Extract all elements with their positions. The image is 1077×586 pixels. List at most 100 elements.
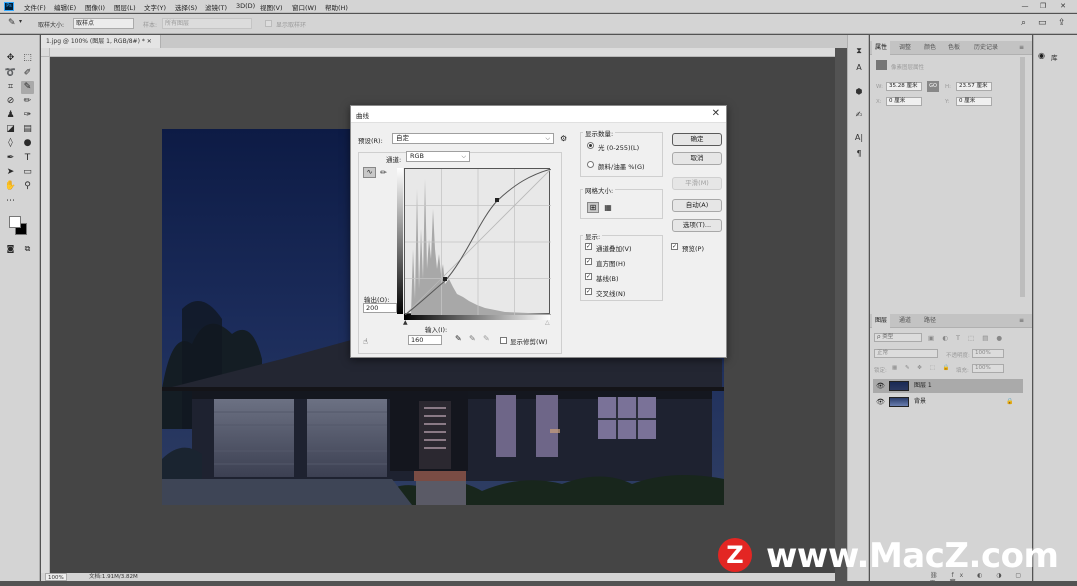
sample-size-select[interactable]: 取样点 [73,18,134,29]
panel-menu-icon[interactable]: ≡ [1016,314,1027,328]
zoom-level[interactable]: 100% [45,573,67,581]
light-radio[interactable] [587,142,594,149]
menu-edit[interactable]: 编辑(E) [54,2,76,12]
brush-settings-icon[interactable]: ✍ [853,109,865,121]
pen-tool-icon[interactable]: ✒ [4,152,17,165]
link-dimensions-icon[interactable]: GO [927,81,939,92]
grid-4x4-icon[interactable]: ⊞ [587,202,599,213]
search-icon[interactable]: ⌕ [1021,18,1026,28]
blur-tool-icon[interactable]: ◊ [4,137,17,150]
lock-icons[interactable]: ▦ ✎ ✥ ⬚ 🔒 [892,365,952,371]
tab-channels[interactable]: 通道 [896,314,914,328]
tab-history[interactable]: 历史记录 [971,41,1001,55]
layer-filter-icons[interactable]: ▣ ◐ T ⬚ ▤ ● [928,334,1005,342]
fill-field[interactable]: 100% [972,364,1004,373]
menu-file[interactable]: 文件(F) [24,2,46,12]
tab-paths[interactable]: 路径 [921,314,939,328]
layer-row[interactable]: 👁 图层 1 [873,379,1023,393]
grid-10x10-icon[interactable]: ▦ [602,202,614,213]
share-icon[interactable]: ⇪ [1058,18,1066,28]
pencil-icon[interactable]: ✏ [378,167,389,178]
input-input[interactable]: 160 [408,335,442,345]
white-eyedropper-icon[interactable]: ✎ [483,334,490,343]
eyedropper-tool-icon[interactable]: ✎ [21,81,34,94]
more-tools-icon[interactable]: ⋯ [4,195,17,208]
menu-view[interactable]: 视图(V) [260,2,283,12]
target-adjust-hand-icon[interactable]: ☝ [363,337,368,346]
quick-select-tool-icon[interactable]: ✐ [21,67,34,80]
gray-eyedropper-icon[interactable]: ✎ [469,334,476,343]
baseline-checkbox[interactable]: ✓ [585,273,592,280]
tab-layers[interactable]: 图层 [872,314,891,328]
auto-button[interactable]: 自动(A) [672,199,722,212]
panel-menu-icon[interactable]: ≡ [1016,41,1027,55]
options-button[interactable]: 选项(T)... [672,219,722,232]
libraries-icon[interactable]: ◉ [1038,51,1045,60]
blend-mode-select[interactable]: 正常 [874,349,938,358]
intersection-checkbox[interactable]: ✓ [585,288,592,295]
close-tab-icon[interactable]: ✕ [147,38,152,45]
eraser-tool-icon[interactable]: ◪ [4,123,17,136]
type-tool-icon[interactable]: T [21,152,34,165]
restore-icon[interactable]: ❐ [1036,1,1050,11]
white-point-slider[interactable]: △ [545,319,550,326]
menu-layer[interactable]: 图层(L) [114,2,136,12]
menu-help[interactable]: 帮助(H) [325,2,348,12]
menu-window[interactable]: 窗口(W) [292,2,317,12]
tab-color[interactable]: 颜色 [921,41,939,55]
tab-properties[interactable]: 属性 [872,41,891,55]
cancel-button[interactable]: 取消 [672,152,722,165]
move-tool-icon[interactable]: ✥ [4,52,17,65]
document-tab[interactable]: 1.jpg @ 100% (图层 1, RGB/8#) * ✕ [41,35,161,48]
black-point-slider[interactable]: ▲ [403,319,408,326]
tab-adjustments[interactable]: 调整 [896,41,914,55]
channel-select[interactable]: RGB ⌵ [406,151,470,162]
show-clipping-checkbox[interactable] [500,337,507,344]
vertical-ruler[interactable] [41,57,50,573]
hand-tool-icon[interactable]: ✋ [4,180,17,193]
minimize-icon[interactable]: — [1018,1,1032,11]
output-input[interactable]: 200 [363,303,397,313]
healing-tool-icon[interactable]: ⊘ [4,95,17,108]
workspace-icon[interactable]: ▭ [1038,18,1047,28]
brush-tool-icon[interactable]: ✏ [21,95,34,108]
histogram-checkbox[interactable]: ✓ [585,258,592,265]
foreground-color-swatch[interactable] [9,216,21,228]
screen-mode-icon[interactable]: ⧉ [21,242,34,255]
zoom-tool-icon[interactable]: ⚲ [21,180,34,193]
horizontal-ruler[interactable] [41,48,835,57]
curve-edit-points-icon[interactable]: ∿ [363,167,376,178]
history-brush-tool-icon[interactable]: ✑ [21,109,34,122]
menu-select[interactable]: 选择(S) [175,2,197,12]
menu-filter[interactable]: 滤镜(T) [205,2,227,12]
close-icon[interactable]: ✕ [712,108,720,119]
crop-tool-icon[interactable]: ⌗ [4,81,17,94]
gradient-tool-icon[interactable]: ▤ [21,123,34,136]
preview-checkbox[interactable]: ✓ [671,243,678,250]
tab-swatches[interactable]: 色板 [945,41,963,55]
curve-graph[interactable] [404,168,552,316]
preset-select[interactable]: 自定 ⌵ [392,133,554,144]
menu-image[interactable]: 图像(I) [85,2,105,12]
dodge-tool-icon[interactable]: ● [21,137,34,150]
clone-stamp-tool-icon[interactable]: ♟ [4,109,17,122]
x-field[interactable]: 0 厘米 [886,97,922,106]
libraries-label[interactable]: 库 [1051,52,1058,62]
menu-3d[interactable]: 3D(D) [236,2,255,10]
properties-scrollbar[interactable] [1020,57,1025,297]
dialog-titlebar[interactable]: 曲线 ✕ [351,106,726,123]
character-panel-icon[interactable]: A [853,62,865,74]
layer-row[interactable]: 👁 背景 🔒 [873,395,1023,409]
width-field[interactable]: 35.28 厘米 [886,82,922,91]
height-field[interactable]: 23.57 厘米 [956,82,992,91]
quick-mask-icon[interactable]: ◙ [4,242,17,255]
rectangle-tool-icon[interactable]: ▭ [21,166,34,179]
marquee-tool-icon[interactable]: ⬚ [21,52,34,65]
eye-icon[interactable]: 👁 [876,379,885,393]
lasso-tool-icon[interactable]: ➰ [4,67,17,80]
eyedropper-icon[interactable]: ✎ [8,18,16,28]
paragraph-panel-icon[interactable]: ¶ [853,148,865,160]
pigment-radio[interactable] [587,161,594,168]
3d-panel-icon[interactable]: ⬢ [853,86,865,98]
preset-options-gear-icon[interactable]: ⚙ [560,134,567,143]
